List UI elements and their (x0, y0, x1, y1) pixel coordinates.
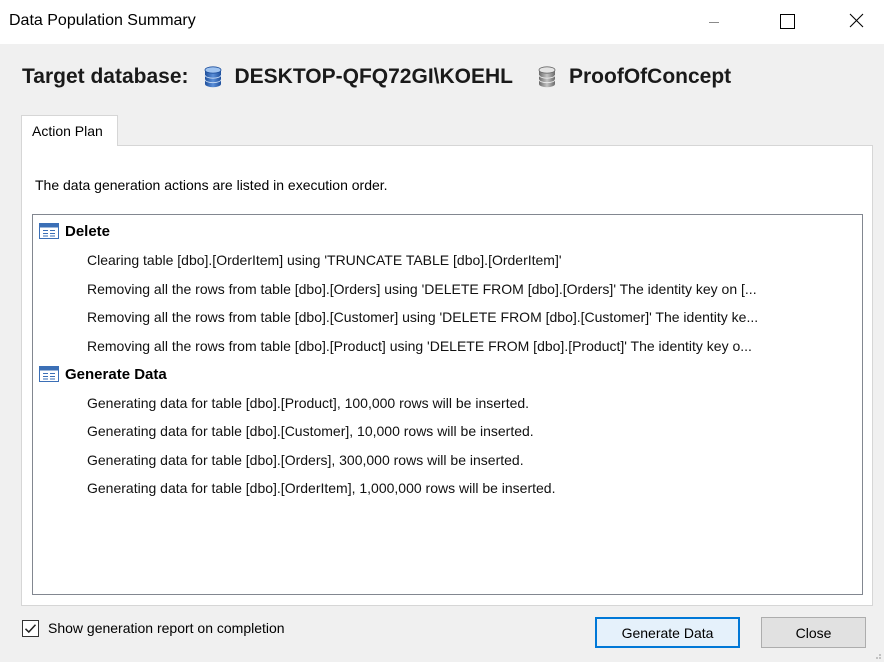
list-item[interactable]: Generating data for table [dbo].[OrderIt… (87, 479, 853, 497)
title-bar: Data Population Summary (0, 0, 884, 44)
group-title: Delete (65, 222, 111, 240)
checkmark-icon (24, 623, 37, 633)
list-item[interactable]: Clearing table [dbo].[OrderItem] using '… (87, 251, 853, 269)
show-report-option[interactable]: Show generation report on completion (22, 618, 285, 638)
target-database-label: Target database: (22, 65, 189, 88)
list-item[interactable]: Generating data for table [dbo].[Orders]… (87, 451, 853, 469)
target-database-row: Target database: DESKTOP-QFQ72GI\KOEHL P… (22, 62, 731, 92)
table-icon (39, 223, 59, 239)
resize-grip-icon[interactable] (872, 650, 882, 660)
list-item[interactable]: Removing all the rows from table [dbo].[… (87, 337, 853, 355)
server-name: DESKTOP-QFQ72GI\KOEHL (234, 65, 514, 88)
list-item[interactable]: Removing all the rows from table [dbo].[… (87, 280, 853, 298)
database-name: ProofOfConcept (569, 65, 732, 88)
tab-action-plan[interactable]: Action Plan (21, 115, 118, 146)
show-report-label: Show generation report on completion (48, 620, 285, 636)
database-icon (538, 66, 556, 88)
group-header-generate-data[interactable]: Generate Data (39, 363, 167, 385)
minimize-button[interactable] (684, 0, 744, 44)
database-icon (204, 66, 221, 88)
list-item[interactable]: Generating data for table [dbo].[Custome… (87, 422, 853, 440)
tab-action-plan-label: Action Plan (32, 123, 103, 139)
close-window-button[interactable] (826, 0, 884, 44)
plan-intro-text: The data generation actions are listed i… (35, 177, 388, 193)
list-item[interactable]: Removing all the rows from table [dbo].[… (87, 308, 853, 326)
maximize-button[interactable] (756, 0, 816, 44)
table-icon (39, 366, 59, 382)
close-icon (849, 13, 864, 28)
maximize-icon (780, 14, 795, 29)
window-title: Data Population Summary (9, 12, 196, 29)
show-report-checkbox[interactable] (22, 619, 39, 637)
group-header-delete[interactable]: Delete (39, 220, 110, 242)
action-plan-list[interactable]: Delete Clearing table [dbo].[OrderItem] … (32, 214, 863, 595)
generate-data-button[interactable]: Generate Data (595, 617, 740, 648)
minimize-icon (709, 22, 719, 23)
group-title: Generate Data (65, 365, 167, 383)
close-button[interactable]: Close (761, 617, 866, 648)
list-item[interactable]: Generating data for table [dbo].[Product… (87, 394, 853, 412)
